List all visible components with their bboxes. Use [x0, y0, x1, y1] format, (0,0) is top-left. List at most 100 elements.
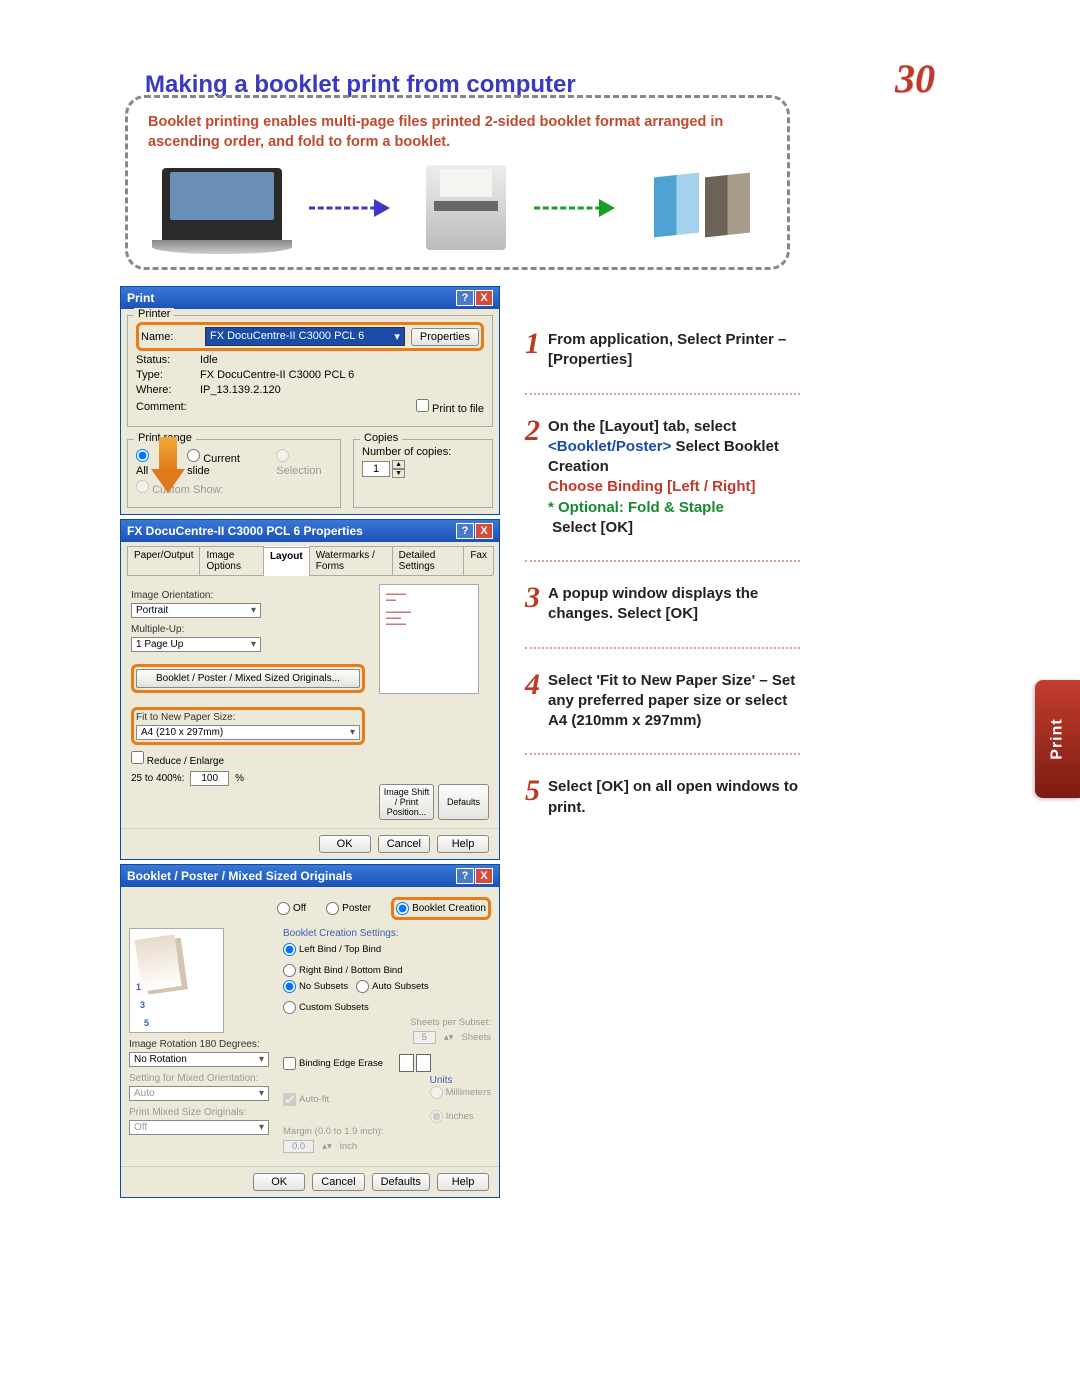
- mixed-size-select: Off: [129, 1120, 269, 1135]
- label: Where:: [136, 384, 194, 396]
- image-shift-button[interactable]: Image Shift / Print Position...: [379, 784, 434, 820]
- reduce-enlarge-checkbox[interactable]: Reduce / Enlarge: [131, 756, 224, 767]
- ok-button[interactable]: OK: [253, 1173, 305, 1191]
- laptop-icon: [162, 168, 282, 248]
- label: Number of copies:: [362, 446, 484, 458]
- close-icon[interactable]: X: [475, 290, 493, 306]
- arrow-icon: [309, 202, 399, 214]
- label: inch: [340, 1141, 357, 1152]
- page-number: 30: [895, 55, 935, 102]
- step-number: 4: [525, 671, 540, 698]
- rotation-select[interactable]: No Rotation: [129, 1052, 269, 1067]
- print-dialog: Print ?X Printer Name: FX DocuCentre-II …: [120, 286, 500, 515]
- properties-button[interactable]: Properties: [411, 328, 479, 346]
- radio-off[interactable]: Off: [277, 902, 306, 915]
- multiple-up-select[interactable]: 1 Page Up: [131, 637, 261, 652]
- help-icon[interactable]: ?: [456, 523, 474, 539]
- side-tab-print[interactable]: Print: [1035, 680, 1080, 798]
- help-button[interactable]: Help: [437, 835, 489, 853]
- tab-layout[interactable]: Layout: [263, 547, 310, 576]
- page-icon: [399, 1054, 414, 1072]
- label: Type:: [136, 369, 194, 381]
- label: Print to file: [432, 403, 484, 415]
- cancel-button[interactable]: Cancel: [312, 1173, 364, 1191]
- radio-booklet-creation[interactable]: Booklet Creation: [396, 902, 486, 915]
- group-label: Copies: [360, 432, 402, 444]
- help-icon[interactable]: ?: [456, 868, 474, 884]
- window-title: Booklet / Poster / Mixed Sized Originals: [127, 869, 352, 883]
- booklet-poster-button[interactable]: Booklet / Poster / Mixed Sized Originals…: [136, 669, 360, 688]
- radio-left-bind[interactable]: Left Bind / Top Bind: [283, 943, 381, 956]
- tab-fax[interactable]: Fax: [463, 546, 494, 575]
- radio-mm: Millimeters: [430, 1086, 491, 1099]
- step-number: 5: [525, 777, 540, 804]
- fit-size-select[interactable]: A4 (210 x 297mm): [136, 725, 360, 740]
- step-text: Select [OK] on all open windows to print…: [548, 777, 800, 818]
- label: Sheets per Subset:: [410, 1017, 491, 1028]
- page-icon: [416, 1054, 431, 1072]
- radio-current[interactable]: Current slide: [187, 449, 258, 477]
- printer-name-select[interactable]: FX DocuCentre-II C3000 PCL 6▾: [205, 327, 405, 346]
- orientation-select[interactable]: Portrait: [131, 603, 261, 618]
- label: Image Orientation:: [131, 590, 365, 601]
- defaults-button[interactable]: Defaults: [372, 1173, 430, 1191]
- window-title: FX DocuCentre-II C3000 PCL 6 Properties: [127, 524, 363, 538]
- group-label: Print range: [134, 432, 196, 444]
- mixed-orient-select: Auto: [129, 1086, 269, 1101]
- auto-fit-checkbox: Auto-fit: [283, 1093, 329, 1106]
- help-icon[interactable]: ?: [456, 290, 474, 306]
- tab-image[interactable]: Image Options: [199, 546, 263, 575]
- radio-right-bind[interactable]: Right Bind / Bottom Bind: [283, 964, 403, 977]
- radio-show: Custom Show:: [136, 480, 224, 496]
- label: Print Mixed Size Originals:: [129, 1107, 269, 1118]
- radio-poster[interactable]: Poster: [326, 902, 371, 915]
- ok-button[interactable]: OK: [319, 835, 371, 853]
- printer-icon: [426, 165, 506, 250]
- tab-watermarks[interactable]: Watermarks / Forms: [309, 546, 393, 575]
- close-icon[interactable]: X: [475, 523, 493, 539]
- radio-selection: Selection: [276, 449, 332, 477]
- label: Multiple-Up:: [131, 624, 365, 635]
- tabs: Paper/Output Image Options Layout Waterm…: [127, 546, 493, 576]
- copies-input[interactable]: 1: [362, 461, 390, 477]
- status-value: Idle: [200, 354, 218, 366]
- radio-auto-subsets[interactable]: Auto Subsets: [356, 980, 429, 993]
- cancel-button[interactable]: Cancel: [378, 835, 430, 853]
- close-icon[interactable]: X: [475, 868, 493, 884]
- separator: [525, 393, 800, 395]
- separator: [525, 647, 800, 649]
- radio-no-subsets[interactable]: No Subsets: [283, 980, 348, 993]
- intro-box: Booklet printing enables multi-page file…: [125, 95, 790, 270]
- tab-detailed[interactable]: Detailed Settings: [392, 546, 465, 575]
- print-to-file-checkbox[interactable]: [416, 399, 429, 412]
- where-value: IP_13.139.2.120: [200, 384, 281, 396]
- separator: [525, 560, 800, 562]
- label: Setting for Mixed Orientation:: [129, 1073, 269, 1084]
- scale-input[interactable]: 100: [190, 771, 229, 786]
- step-text: On the [Layout] tab, select <Booklet/Pos…: [548, 417, 800, 539]
- properties-dialog: FX DocuCentre-II C3000 PCL 6 Properties …: [120, 519, 500, 860]
- binding-edge-erase-checkbox[interactable]: Binding Edge Erase: [283, 1057, 383, 1070]
- type-value: FX DocuCentre-II C3000 PCL 6: [200, 369, 354, 381]
- step-text: From application, Select Printer – [Prop…: [548, 330, 800, 371]
- arrow-icon: [534, 202, 624, 214]
- defaults-button[interactable]: Defaults: [438, 784, 489, 820]
- separator: [525, 753, 800, 755]
- label: Margin (0.0 to 1.9 inch):: [283, 1126, 383, 1137]
- label: 25 to 400%:: [131, 773, 184, 784]
- step-number: 2: [525, 417, 540, 444]
- booklet-preview: 1 3 5: [129, 928, 224, 1033]
- radio-custom-subsets[interactable]: Custom Subsets: [283, 1001, 369, 1014]
- window-title: Print: [127, 291, 154, 305]
- label: %: [235, 773, 244, 784]
- radio-all[interactable]: All: [136, 449, 161, 477]
- label: Name:: [141, 331, 199, 343]
- intro-text: Booklet printing enables multi-page file…: [148, 113, 767, 152]
- steps-panel: 1 From application, Select Printer – [Pr…: [525, 330, 800, 840]
- label: Comment:: [136, 401, 194, 413]
- help-button[interactable]: Help: [437, 1173, 489, 1191]
- tab-paper[interactable]: Paper/Output: [127, 546, 200, 575]
- step-text: Select 'Fit to New Paper Size' – Set any…: [548, 671, 800, 732]
- booklet-icon: [651, 175, 753, 240]
- label: Sheets: [461, 1032, 491, 1043]
